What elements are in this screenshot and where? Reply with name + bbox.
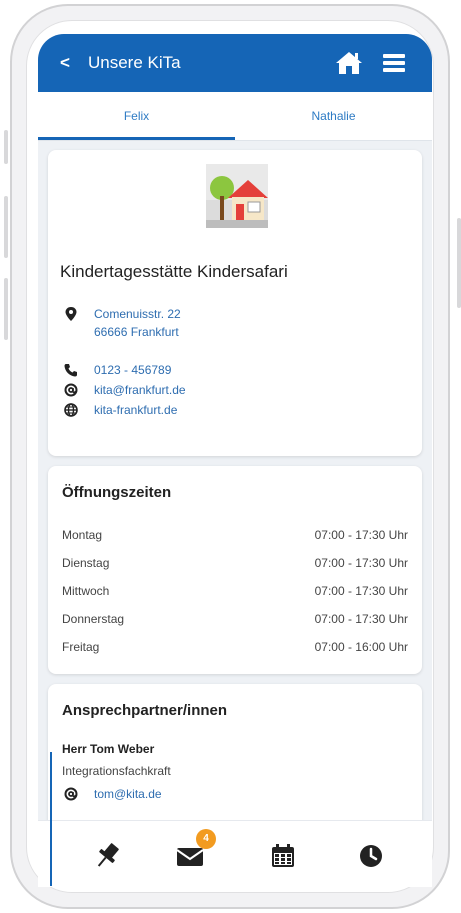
- hours-time: 07:00 - 17:30 Uhr: [314, 612, 408, 626]
- hours-day: Dienstag: [62, 556, 110, 570]
- phone-power-button: [457, 218, 461, 308]
- back-icon[interactable]: <: [60, 53, 70, 73]
- contacts-title: Ansprechpartner/innen: [62, 702, 228, 719]
- active-tab-indicator: [38, 137, 235, 140]
- app-bar: < Unsere KiTa: [38, 34, 432, 92]
- opening-hours-title: Öffnungszeiten: [62, 484, 172, 501]
- page-title: Unsere KiTa: [88, 53, 181, 72]
- calendar-icon[interactable]: [266, 839, 300, 873]
- hours-day: Mittwoch: [62, 584, 110, 598]
- scroll-indicator: [50, 752, 52, 886]
- globe-icon: [64, 403, 78, 417]
- phone-volume-down-button: [4, 278, 8, 340]
- contact-name: Herr Tom Weber: [62, 742, 155, 756]
- hours-day: Freitag: [62, 640, 100, 654]
- kita-name: Kindertagesstätte Kindersafari: [60, 262, 288, 281]
- contact-email-link[interactable]: tom@kita.de: [94, 786, 162, 802]
- phone-icon: [64, 364, 77, 377]
- hours-row: Freitag 07:00 - 16:00 Uhr: [62, 640, 408, 660]
- hours-time: 07:00 - 17:30 Uhr: [314, 528, 408, 542]
- home-icon[interactable]: [334, 50, 364, 76]
- hours-day: Donnerstag: [62, 612, 125, 626]
- bottom-navigation: 4: [38, 820, 432, 887]
- pin-icon[interactable]: [90, 839, 124, 873]
- at-icon: [64, 383, 78, 397]
- child-tabs: Felix Nathalie: [38, 92, 432, 141]
- hours-time: 07:00 - 17:30 Uhr: [314, 584, 408, 598]
- tab-nathalie[interactable]: Nathalie: [235, 92, 432, 140]
- app-screen: < Unsere KiTa Felix Nathalie Kindertages…: [38, 34, 432, 887]
- hours-row: Donnerstag 07:00 - 17:30 Uhr: [62, 612, 408, 632]
- hours-time: 07:00 - 16:00 Uhr: [314, 640, 408, 654]
- hours-time: 07:00 - 17:30 Uhr: [314, 556, 408, 570]
- menu-icon[interactable]: [382, 51, 406, 75]
- email-link[interactable]: kita@frankfurt.de: [94, 382, 186, 398]
- phone-volume-up-button: [4, 196, 8, 258]
- contact-role: Integrationsfachkraft: [62, 764, 171, 778]
- kita-house-logo: [206, 164, 268, 228]
- phone-link[interactable]: 0123 - 456789: [94, 362, 171, 378]
- at-icon: [64, 787, 78, 801]
- kita-info-card: Kindertagesstätte Kindersafari Comenuiss…: [48, 150, 422, 456]
- location-pin-icon: [65, 307, 77, 321]
- clock-icon[interactable]: [354, 839, 388, 873]
- hours-row: Montag 07:00 - 17:30 Uhr: [62, 528, 408, 548]
- tab-felix[interactable]: Felix: [38, 92, 235, 140]
- hours-day: Montag: [62, 528, 103, 542]
- opening-hours-card: Öffnungszeiten Montag 07:00 - 17:30 Uhr …: [48, 466, 422, 674]
- address-street-link[interactable]: Comenuisstr. 22: [94, 306, 181, 322]
- messages-nav-item[interactable]: 4: [174, 829, 216, 873]
- address-city-link[interactable]: 66666 Frankfurt: [94, 324, 179, 340]
- hours-row: Mittwoch 07:00 - 17:30 Uhr: [62, 584, 408, 604]
- hours-row: Dienstag 07:00 - 17:30 Uhr: [62, 556, 408, 576]
- website-link[interactable]: kita-frankfurt.de: [94, 402, 177, 418]
- phone-side-button: [4, 130, 8, 164]
- unread-badge: 4: [196, 829, 216, 849]
